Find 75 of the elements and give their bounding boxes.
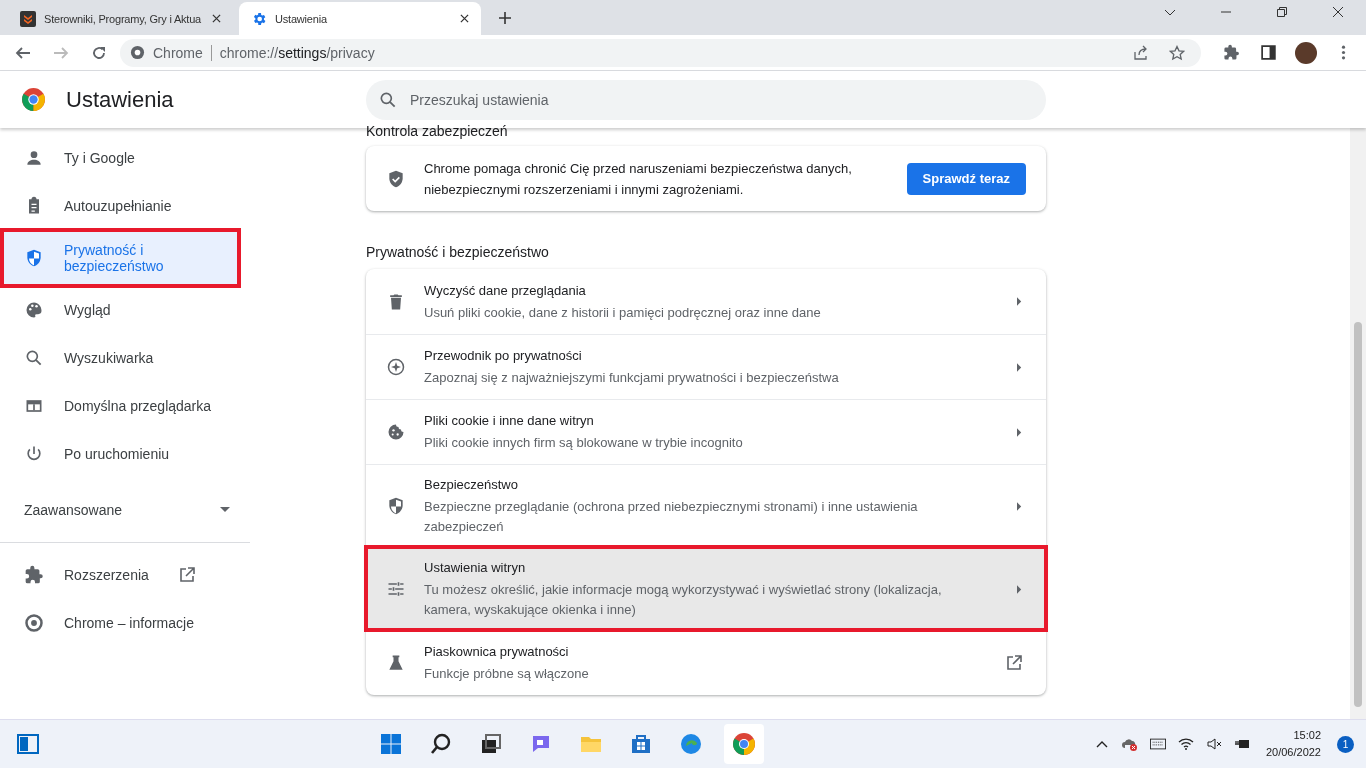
- arrow-right-icon: [1017, 297, 1022, 306]
- row-description: Funkcje próbne są włączone: [424, 665, 590, 683]
- page-title: Ustawienia: [66, 86, 174, 113]
- search-icon: [24, 348, 44, 368]
- settings-row[interactable]: Piaskownica prywatności Funkcje próbne są włączone: [366, 630, 1046, 695]
- sidebar-item[interactable]: Ty i Google: [0, 134, 250, 182]
- check-now-button[interactable]: Sprawdź teraz: [906, 162, 1026, 195]
- palette-icon: [24, 300, 44, 320]
- section-heading: Kontrola zabezpieczeń: [366, 122, 509, 141]
- row-description: Usuń pliki cookie, dane z historii i pamięci podręcznej oraz inne dane: [424, 303, 822, 322]
- settings-row[interactable]: Wyczyść dane przeglądania Usuń pliki cookie, dane z historii i pamięci podręcznej oraz inne dane: [366, 269, 1046, 334]
- arrow-right-icon: [1017, 501, 1022, 511]
- close-icon[interactable]: [1332, 6, 1344, 18]
- browser-tab[interactable]: Sterowniki, Programy, Gry i Aktua: [8, 2, 233, 35]
- shield-check-icon: [386, 168, 406, 189]
- close-icon[interactable]: [212, 14, 221, 23]
- notification-count-badge[interactable]: 1: [1337, 735, 1354, 753]
- clock[interactable]: 15:02 20/06/2022: [1265, 727, 1321, 761]
- scrollbar-thumb[interactable]: [1354, 322, 1362, 707]
- sidebar-item[interactable]: Rozszerzenia: [0, 551, 250, 599]
- settings-row[interactable]: Przewodnik po prywatności Zapoznaj się z najważniejszymi funkcjami prywatności i bezpieczeństwa: [366, 334, 1046, 399]
- row-title: Wyczyść dane przeglądania: [424, 281, 587, 300]
- date-text: 20/06/2022: [1265, 745, 1321, 760]
- flask-icon: [386, 653, 406, 673]
- sidebar-item[interactable]: Wygląd: [0, 286, 250, 334]
- sidebar-item[interactable]: Autouzupełnianie: [0, 182, 250, 230]
- taskbar-button[interactable]: [723, 724, 764, 764]
- sliders-icon: [386, 579, 406, 599]
- wifi-icon[interactable]: [1177, 736, 1194, 752]
- person-icon: [24, 148, 44, 168]
- keyboard-icon[interactable]: [1149, 736, 1166, 752]
- speaker-muted-icon[interactable]: [1205, 736, 1222, 752]
- new-tab-icon[interactable]: [499, 12, 511, 24]
- sidebar-item[interactable]: Prywatność i bezpieczeństwo: [2, 230, 239, 286]
- row-title: Piaskownica prywatności: [424, 643, 570, 661]
- sidebar-item[interactable]: Chrome – informacje: [0, 599, 250, 647]
- address-bar[interactable]: Chrome chrome://settings/privacy: [120, 38, 1201, 67]
- row-title: Ustawienia witryn: [424, 559, 527, 577]
- row-title: Pliki cookie i inne dane witryn: [424, 412, 595, 430]
- safety-check-text: Chrome pomaga chronić Cię przed naruszeniami bezpieczeństwa danych, niebezpiecznymi rozszerzeniami i innymi zagrożeniami.: [424, 159, 853, 199]
- shield-icon: [386, 496, 406, 516]
- restore-icon[interactable]: [1276, 6, 1288, 18]
- row-description: Tu możesz określić, jakie informacje mogą wykorzystywać i wyświetlać strony (lokalizacja, kamera, wyskakujące okienka i inne): [424, 581, 943, 619]
- arrow-right-icon: [1017, 427, 1022, 437]
- sidebar-item[interactable]: Wyszukiwarka: [0, 334, 250, 382]
- row-title: Przewodnik po prywatności: [424, 347, 583, 365]
- row-description: Zapoznaj się z najważniejszymi funkcjami prywatności i bezpieczeństwa: [424, 369, 840, 387]
- row-title: Bezpieczeństwo: [424, 476, 519, 494]
- shield-icon: [24, 248, 44, 268]
- section-heading: Prywatność i bezpieczeństwo: [366, 243, 550, 262]
- puzzle-icon: [24, 565, 44, 585]
- url-text: chrome://settings/privacy: [219, 44, 375, 61]
- row-description: Pliki cookie innych firm są blokowane w trybie incognito: [424, 434, 744, 452]
- cookie-icon: [386, 422, 406, 442]
- settings-row[interactable]: Pliki cookie i inne dane witryn Pliki cookie innych firm są blokowane w trybie incognito: [366, 399, 1046, 464]
- arrow-right-icon: [1017, 584, 1022, 594]
- dropdown-caret-icon: [220, 507, 230, 513]
- browser-tab[interactable]: Ustawienia: [239, 2, 481, 35]
- sidebar-item[interactable]: Domyślna przeglądarka: [0, 382, 250, 430]
- advanced-section-toggle[interactable]: Zaawansowane: [0, 486, 250, 534]
- time-text: 15:02: [1293, 728, 1321, 743]
- search-field[interactable]: Przeszukaj ustawienia: [366, 79, 1046, 120]
- gear-icon: [251, 10, 267, 27]
- row-description: Bezpieczne przeglądanie (ochrona przed niebezpiecznymi stronami) i inne ustawienia zabezpieczeń: [424, 498, 919, 536]
- external-link-icon: [178, 567, 195, 583]
- external-link-icon: [1006, 655, 1022, 671]
- arrow-right-icon: [1017, 362, 1022, 372]
- sidebar-item[interactable]: Po uruchomieniu: [0, 430, 250, 478]
- site-favicon-icon: [20, 10, 36, 27]
- site-label: Chrome: [153, 44, 203, 61]
- close-icon[interactable]: [460, 14, 469, 23]
- profile-avatar[interactable]: [1295, 41, 1317, 64]
- cloud-error-icon[interactable]: [1121, 736, 1138, 752]
- split-window-icon[interactable]: [16, 732, 40, 756]
- settings-row[interactable]: Ustawienia witryn Tu możesz określić, jakie informacje mogą wykorzystywać i wyświetlać strony (lokalizacja, kamera, wyskakujące okienka i inne): [366, 547, 1046, 630]
